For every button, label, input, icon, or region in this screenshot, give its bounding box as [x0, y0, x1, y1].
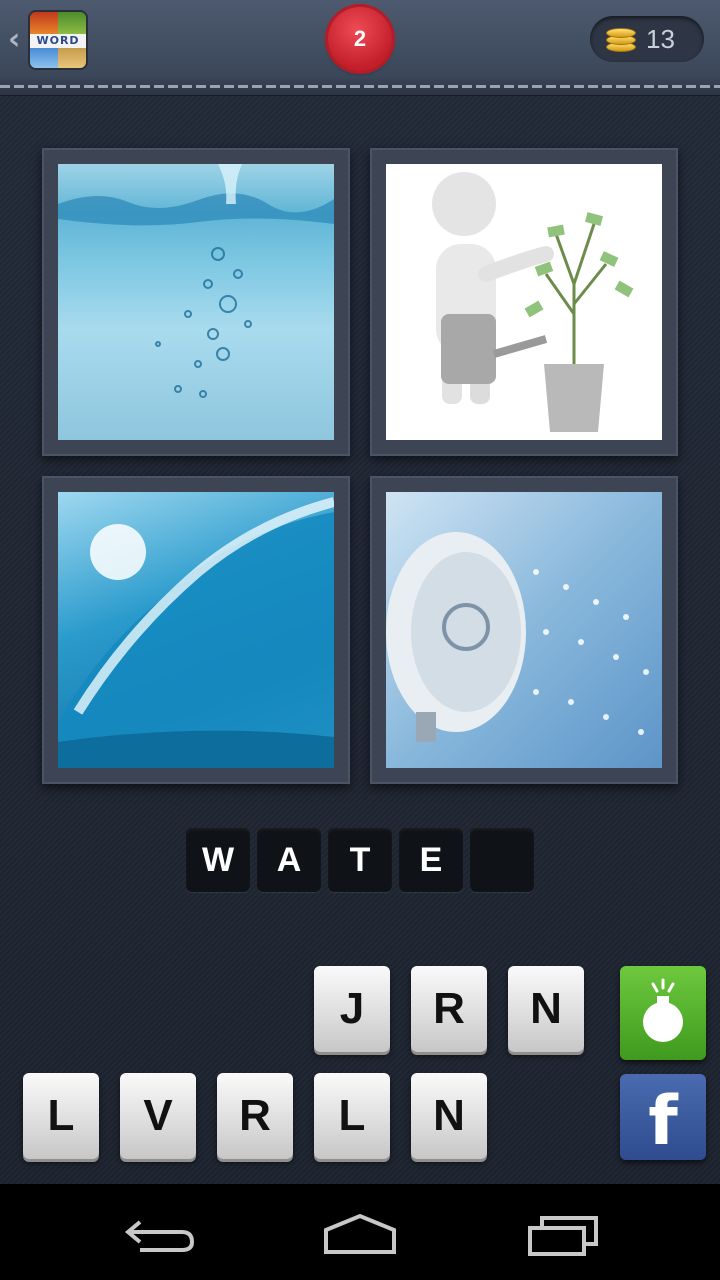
stitch-divider: [0, 78, 720, 96]
back-chevron-icon[interactable]: ‹: [8, 22, 28, 58]
picture-frame-4[interactable]: [370, 476, 678, 784]
letter-tile[interactable]: J: [314, 966, 390, 1052]
picture-frame-3[interactable]: [42, 476, 350, 784]
coins-icon: [606, 24, 636, 54]
letter-tile[interactable]: L: [23, 1073, 99, 1159]
letter-tile[interactable]: R: [411, 966, 487, 1052]
level-badge: 2: [328, 7, 392, 71]
facebook-button[interactable]: f: [620, 1074, 706, 1161]
letter-tile[interactable]: N: [508, 966, 584, 1052]
watering-money-plant-picture: [386, 164, 662, 440]
answer-slot-1[interactable]: W: [186, 828, 250, 892]
logo-word-text: WORD: [30, 34, 86, 48]
letter-tile[interactable]: R: [217, 1073, 293, 1159]
answer-slot-2[interactable]: A: [257, 828, 321, 892]
letter-tile[interactable]: N: [411, 1073, 487, 1159]
water-splash-picture: [58, 164, 334, 440]
picture-frame-2[interactable]: [370, 148, 678, 456]
navigation-bar: [0, 1184, 720, 1280]
recent-apps-icon[interactable]: [512, 1204, 612, 1260]
letter-tile[interactable]: L: [314, 1073, 390, 1159]
coin-counter[interactable]: 13: [590, 16, 704, 62]
answer-slot-4[interactable]: E: [399, 828, 463, 892]
back-icon[interactable]: [110, 1204, 210, 1260]
shower-head-picture: [386, 492, 662, 768]
bomb-button[interactable]: [620, 966, 706, 1060]
letter-tile[interactable]: V: [120, 1073, 196, 1159]
bomb-icon: [643, 978, 683, 1042]
home-icon[interactable]: [310, 1204, 410, 1260]
answer-slot-3[interactable]: T: [328, 828, 392, 892]
picture-frame-1[interactable]: [42, 148, 350, 456]
coin-count: 13: [646, 24, 675, 54]
app-logo[interactable]: WORD: [28, 10, 88, 70]
ocean-wave-picture: [58, 492, 334, 768]
answer-slot-5[interactable]: [470, 828, 534, 892]
